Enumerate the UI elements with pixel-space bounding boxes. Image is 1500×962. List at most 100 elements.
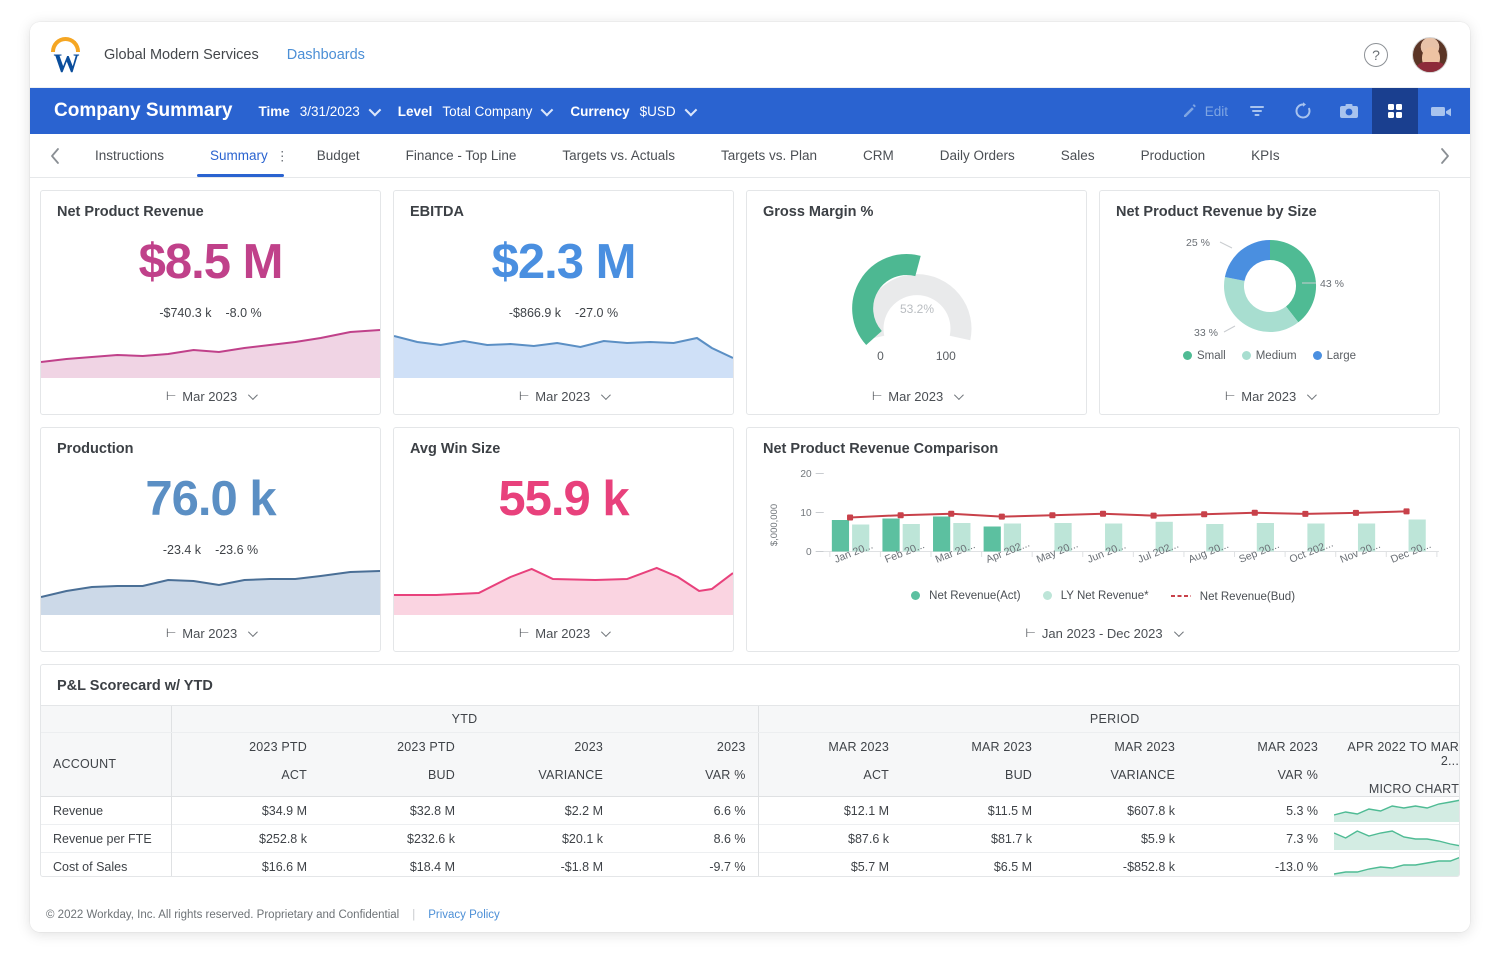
legend-item-medium[interactable]: Medium	[1241, 350, 1297, 362]
cell-period-variance: $5.9 k	[1140, 831, 1176, 846]
legend-item-small[interactable]: Small	[1182, 350, 1226, 362]
card-pl-scorecard[interactable]: P&L Scorecard w/ YTD YTD PERIOD ACCOUNT …	[40, 664, 1460, 877]
col-period-bud[interactable]: MAR 2023 BUD	[901, 732, 1045, 797]
card-gross-margin[interactable]: Gross Margin % 53.2% 0 100 ⊢ Mar 2023	[746, 190, 1087, 415]
legend-label: Medium	[1255, 350, 1297, 362]
filter-level-value[interactable]: Total Company	[442, 104, 532, 119]
legend-item-net-revenue-act[interactable]: Net Revenue(Act)	[910, 590, 1021, 603]
filter-button[interactable]	[1234, 88, 1280, 134]
kpi-value: $2.3 M	[491, 235, 637, 289]
cell-micro-chart	[1330, 853, 1459, 876]
legend-label: Net Revenue(Bud)	[1199, 591, 1296, 603]
chevron-down-icon[interactable]	[368, 103, 382, 116]
filter-currency[interactable]: Currency $USD	[570, 103, 697, 119]
table-row[interactable]: Revenue per FTE $252.8 k $232.6 k $20.1 …	[41, 824, 1459, 853]
tab-production[interactable]: Production	[1118, 134, 1229, 177]
card-period-selector[interactable]: ⊢ Mar 2023	[747, 378, 1086, 414]
legend-item-large[interactable]: Large	[1312, 350, 1356, 362]
col-ytd-var-pct[interactable]: 2023 VAR %	[615, 732, 759, 797]
filter-time[interactable]: Time 3/31/2023	[258, 103, 382, 119]
tab-daily-orders[interactable]: Daily Orders	[917, 134, 1038, 177]
card-revenue-by-size[interactable]: Net Product Revenue by Size 43 % 25 % 33…	[1099, 190, 1440, 415]
chevron-down-icon[interactable]	[601, 626, 612, 637]
card-period-selector[interactable]: ⊢ Mar 2023	[41, 615, 380, 651]
snapshot-button[interactable]	[1326, 88, 1372, 134]
refresh-button[interactable]	[1280, 88, 1326, 134]
video-button[interactable]	[1418, 88, 1464, 134]
tab-kpis[interactable]: KPIs	[1228, 134, 1303, 177]
legend-item-ly-net-revenue[interactable]: LY Net Revenue*	[1042, 590, 1149, 603]
card-period-selector[interactable]: ⊢ Mar 2023	[394, 615, 733, 651]
avatar[interactable]	[1412, 36, 1448, 73]
filter-time-value[interactable]: 3/31/2023	[300, 104, 360, 119]
svg-text:20: 20	[800, 469, 812, 480]
card-period-selector[interactable]: ⊢ Mar 2023	[41, 378, 380, 414]
help-icon[interactable]: ?	[1364, 42, 1388, 67]
chevron-down-icon[interactable]	[1307, 389, 1318, 400]
col-period-act[interactable]: MAR 2023 ACT	[757, 732, 902, 797]
table-row[interactable]: Cost of Sales $16.6 M $18.4 M -$1.8 M -9…	[41, 852, 1459, 876]
kpi-row-2: Production 76.0 k -23.4 k -23.6 % ⊢ Mar …	[40, 427, 1460, 652]
edit-button[interactable]: Edit	[1182, 103, 1234, 119]
tab-targets-vs-actuals[interactable]: Targets vs. Actuals	[539, 134, 698, 177]
kpi-value: 76.0 k	[145, 472, 276, 526]
card-period-selector[interactable]: ⊢ Jan 2023 - Dec 2023	[747, 615, 1459, 651]
legend-swatch	[1170, 590, 1191, 602]
grid-view-button[interactable]	[1372, 88, 1418, 134]
cell-ytd-bud: $232.6 k	[407, 831, 455, 846]
tab-summary[interactable]: Summary ⋮	[187, 134, 294, 177]
card-period-selector[interactable]: ⊢ Mar 2023	[394, 378, 733, 414]
card-production[interactable]: Production 76.0 k -23.4 k -23.6 % ⊢ Mar …	[40, 427, 381, 652]
cell-period-var-pct: -13.0 %	[1274, 859, 1319, 874]
card-avg-win-size[interactable]: Avg Win Size 55.9 k ⊢ Mar 2023	[393, 427, 734, 652]
chevron-down-icon[interactable]	[1173, 626, 1184, 637]
tab-instructions[interactable]: Instructions	[72, 134, 187, 177]
tab-finance-top-line[interactable]: Finance - Top Line	[383, 134, 540, 177]
chevron-down-icon[interactable]	[248, 389, 259, 400]
card-net-product-revenue[interactable]: Net Product Revenue $8.5 M -$740.3 k -8.…	[40, 190, 381, 415]
col-period-variance[interactable]: MAR 2023 VARIANCE	[1044, 732, 1188, 797]
chevron-down-icon[interactable]	[601, 389, 612, 400]
cell-period-bud: $11.5 M	[987, 803, 1033, 818]
col-period-var-pct[interactable]: MAR 2023 VAR %	[1187, 732, 1331, 797]
filter-currency-label: Currency	[570, 103, 630, 119]
legend-label: Net Revenue(Act)	[929, 590, 1021, 602]
tab-overflow-menu-icon[interactable]: ⋮	[276, 149, 289, 162]
tab-budget[interactable]: Budget	[294, 134, 383, 177]
tab-scroll-right-button[interactable]	[1428, 134, 1462, 177]
privacy-policy-link[interactable]: Privacy Policy	[428, 909, 500, 921]
tab-crm[interactable]: CRM	[840, 134, 917, 177]
card-period-selector[interactable]: ⊢ Mar 2023	[1100, 378, 1439, 414]
card-revenue-comparison[interactable]: Net Product Revenue Comparison $,000,000…	[746, 427, 1460, 652]
group-header-ytd: YTD	[170, 705, 759, 733]
chevron-down-icon[interactable]	[954, 389, 965, 400]
legend-label: LY Net Revenue*	[1060, 590, 1149, 602]
col-account[interactable]: ACCOUNT	[41, 732, 171, 797]
chevron-left-icon	[51, 147, 59, 164]
workday-logo[interactable]: W	[48, 35, 84, 78]
copyright-text: © 2022 Workday, Inc. All rights reserved…	[46, 908, 400, 921]
legend-item-net-revenue-bud[interactable]: Net Revenue(Bud)	[1170, 590, 1296, 603]
card-period-label: Jan 2023 - Dec 2023	[1041, 625, 1163, 641]
filter-currency-value[interactable]: $USD	[640, 104, 676, 119]
table-row[interactable]: Revenue $34.9 M $32.8 M $2.2 M 6.6 % $12…	[41, 796, 1459, 825]
cell-period-act: $5.7 M	[757, 852, 902, 876]
col-micro-chart[interactable]: APR 2022 TO MAR 2... MICRO CHART	[1330, 732, 1459, 797]
chevron-down-icon[interactable]	[684, 103, 697, 116]
col-ytd-act[interactable]: 2023 PTD ACT	[170, 732, 319, 797]
scorecard-body: Revenue $34.9 M $32.8 M $2.2 M 6.6 % $12…	[41, 796, 1459, 876]
kpi-value: $8.5 M	[138, 235, 284, 289]
filter-level[interactable]: Level Total Company	[398, 103, 554, 119]
group-header-period: PERIOD	[757, 705, 1459, 733]
card-ebitda[interactable]: EBITDA $2.3 M -$866.9 k -27.0 % ⊢ Mar 20…	[393, 190, 734, 415]
tab-sales[interactable]: Sales	[1038, 134, 1118, 177]
tab-scroll-left-button[interactable]	[38, 134, 72, 177]
col-ytd-bud[interactable]: 2023 PTD BUD	[319, 732, 467, 797]
col-ytd-variance[interactable]: 2023 VARIANCE	[467, 732, 615, 797]
dashboards-link[interactable]: Dashboards	[287, 47, 365, 63]
donut-label-large-pct: 43 %	[1320, 278, 1344, 290]
cell-period-bud: $81.7 k	[991, 831, 1033, 846]
chevron-down-icon[interactable]	[248, 626, 259, 637]
chevron-down-icon[interactable]	[540, 103, 554, 116]
tab-targets-vs-plan[interactable]: Targets vs. Plan	[698, 134, 840, 177]
